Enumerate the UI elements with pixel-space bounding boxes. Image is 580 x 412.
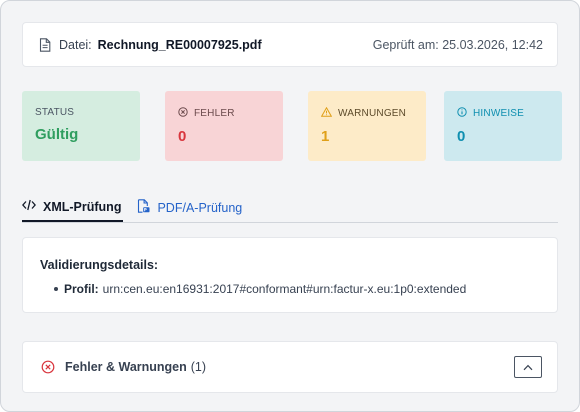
validation-panel: Datei: Rechnung_RE00007925.pdf Geprüft a… <box>0 0 580 412</box>
hints-label: HINWEISE <box>473 108 525 119</box>
tab-xml-validation[interactable]: XML-Prüfung <box>22 193 124 222</box>
warnings-card: WARNUNGEN 1 <box>308 91 426 161</box>
pdf-file-icon <box>137 199 150 216</box>
hints-card: HINWEISE 0 <box>444 91 562 161</box>
document-icon <box>39 37 51 52</box>
status-label: STATUS <box>35 107 75 118</box>
profile-key: Profil: <box>64 282 99 296</box>
checked-timestamp: Geprüft am: 25.03.2026, 12:42 <box>372 37 543 52</box>
file-info-card: Datei: Rechnung_RE00007925.pdf Geprüft a… <box>22 22 558 67</box>
issues-title: Fehler & Warnungen <box>65 360 187 374</box>
errors-label: FEHLER <box>194 108 235 119</box>
errors-warnings-section[interactable]: Fehler & Warnungen (1) <box>22 341 558 393</box>
info-circle-icon <box>457 107 467 120</box>
tab-bar: XML-Prüfung PDF/A-Prüfung <box>22 193 558 223</box>
tab-xml-label: XML-Prüfung <box>43 199 122 214</box>
chevron-up-icon <box>523 358 533 376</box>
status-value: Gültig <box>35 126 79 143</box>
collapse-button[interactable] <box>514 356 542 378</box>
tab-pdfa-validation[interactable]: PDF/A-Prüfung <box>137 193 242 222</box>
errors-card: FEHLER 0 <box>165 91 283 161</box>
file-label: Datei: <box>59 37 92 52</box>
details-title: Validierungsdetails: <box>40 258 159 272</box>
issues-count: (1) <box>190 360 207 374</box>
x-circle-icon <box>178 107 188 120</box>
warnings-value: 1 <box>321 128 330 145</box>
warning-triangle-icon <box>320 106 333 120</box>
warnings-label: WARNUNGEN <box>338 108 407 119</box>
hints-value: 0 <box>457 128 466 145</box>
errors-value: 0 <box>178 128 187 145</box>
validation-details-card: Validierungsdetails: Profil: urn:cen.eu:… <box>22 237 558 313</box>
x-circle-icon <box>41 360 55 374</box>
profile-value: urn:cen.eu:en16931:2017#conformant#urn:f… <box>102 282 467 296</box>
status-card: STATUS Gültig <box>22 91 140 161</box>
bullet <box>54 287 58 291</box>
code-icon <box>22 199 36 214</box>
list-item: Profil: urn:cen.eu:en16931:2017#conforma… <box>40 282 540 296</box>
file-name: Rechnung_RE00007925.pdf <box>97 37 262 52</box>
tab-pdfa-label: PDF/A-Prüfung <box>157 200 243 215</box>
